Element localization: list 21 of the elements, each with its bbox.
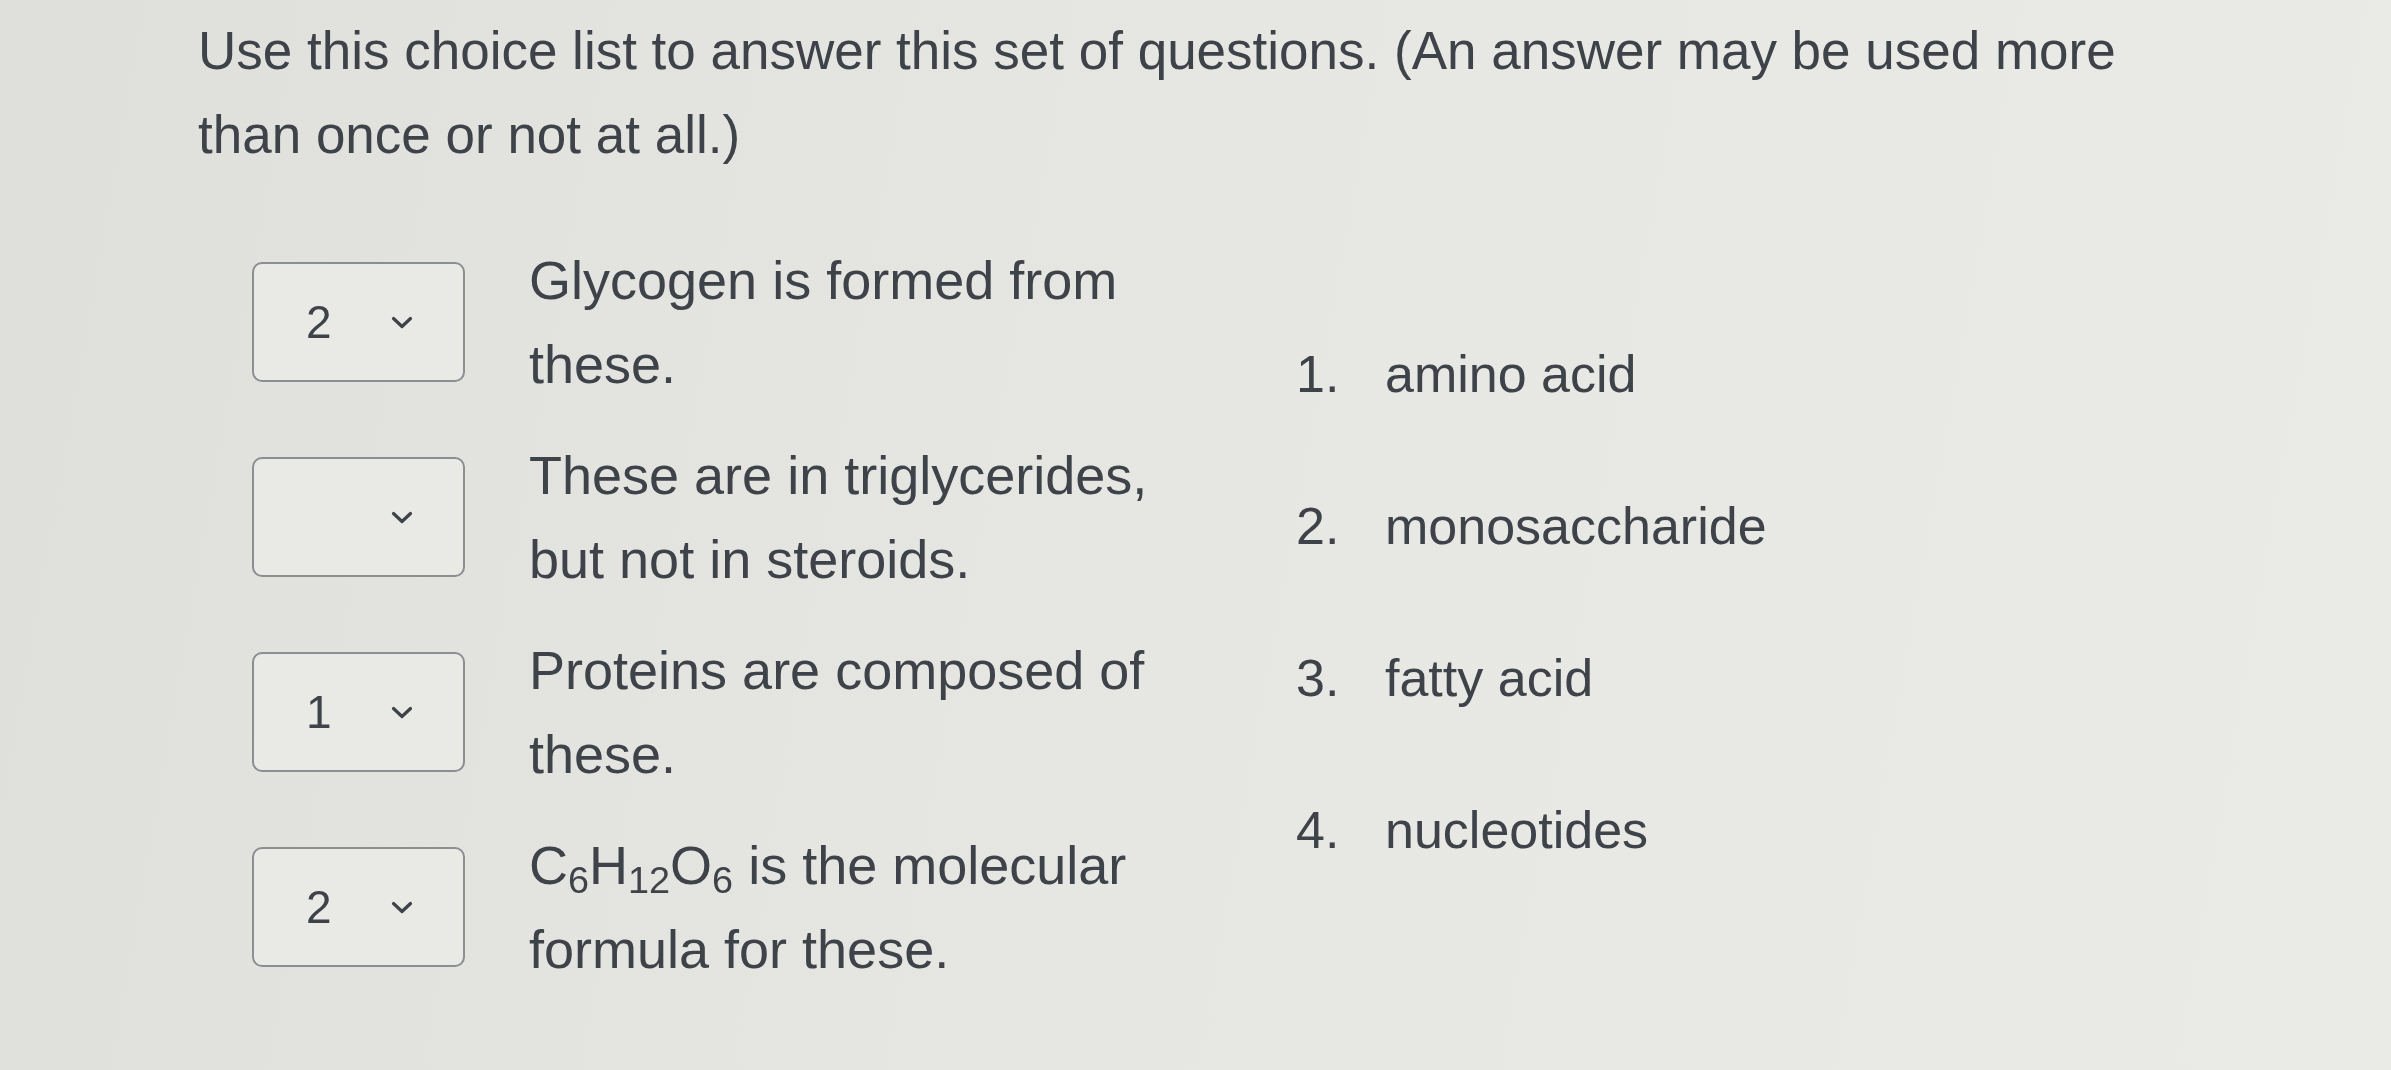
choice-number: 2. bbox=[1296, 496, 1341, 557]
answer-dropdown[interactable] bbox=[252, 457, 465, 577]
chevron-down-icon bbox=[391, 510, 413, 524]
question-text: C$_{6}$H$_{12}$O$_{6}$ is the molecular formula for these. bbox=[529, 834, 1128, 981]
answer-dropdown[interactable]: 1 bbox=[252, 652, 465, 772]
choice-label: amino acid bbox=[1385, 344, 1637, 405]
choice-number: 4. bbox=[1296, 800, 1341, 861]
chevron-down-icon bbox=[391, 705, 413, 719]
choice-number: 3. bbox=[1296, 648, 1341, 709]
question-text: Proteins are composed of these. bbox=[529, 639, 1146, 786]
choice-label: fatty acid bbox=[1385, 648, 1594, 709]
choice-label: monosaccharide bbox=[1385, 496, 1767, 557]
choice-label: nucleotides bbox=[1385, 800, 1649, 861]
choice-number: 1. bbox=[1296, 344, 1341, 405]
instructions-text: Use this choice list to answer this set of questions. (An answer may be used more than once or not at all.) bbox=[198, 20, 2117, 166]
chevron-down-icon bbox=[391, 900, 413, 914]
chevron-down-icon bbox=[391, 315, 413, 329]
answer-dropdown[interactable]: 2 bbox=[252, 262, 465, 382]
question-text: Glycogen is formed from these. bbox=[529, 249, 1119, 396]
answer-dropdown[interactable]: 2 bbox=[252, 847, 465, 967]
question-text: These are in triglycerides, but not in steroids. bbox=[529, 444, 1149, 591]
